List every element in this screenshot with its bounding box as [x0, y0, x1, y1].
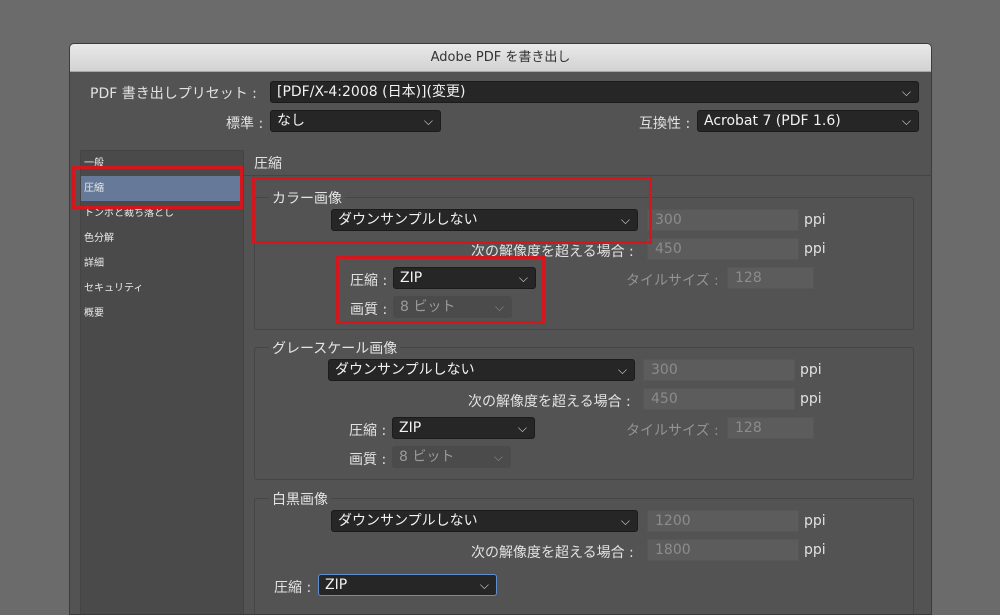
mono-group-title: 白黒画像	[269, 489, 331, 509]
preset-value: [PDF/X-4:2008 (日本)](変更)	[277, 84, 466, 100]
standard-label: 標準 :	[226, 116, 264, 132]
gray-downsample-value: ダウンサンプルしない	[335, 362, 475, 378]
chevron-down-icon: ⌵	[901, 85, 911, 99]
export-pdf-dialog: Adobe PDF を書き出し PDF 書き出しプリセット : [PDF/X-4…	[69, 43, 932, 615]
standard-value: なし	[277, 113, 305, 129]
gray-quality-label: 画質 :	[349, 452, 387, 468]
standard-select[interactable]: なし ⌵	[270, 110, 441, 132]
preset-select[interactable]: [PDF/X-4:2008 (日本)](変更) ⌵	[270, 81, 919, 103]
mono-downsample-select[interactable]: ダウンサンプルしない ⌵	[331, 510, 638, 532]
compat-value: Acrobat 7 (PDF 1.6)	[704, 113, 841, 129]
color-tile-label: タイルサイズ :	[626, 273, 719, 289]
sidebar-item-summary[interactable]: 概要	[81, 301, 243, 326]
gray-ppi-field[interactable]: 300	[643, 359, 795, 381]
chevron-down-icon: ⌵	[423, 114, 433, 128]
color-above-field[interactable]: 450	[647, 238, 799, 260]
gray-compress-select[interactable]: ZIP ⌵	[392, 417, 535, 439]
compat-select[interactable]: Acrobat 7 (PDF 1.6) ⌵	[697, 110, 919, 132]
annotation-box-sidebar	[72, 166, 243, 209]
gray-quality-value: 8 ビット	[399, 449, 455, 465]
gray-tile-label: タイルサイズ :	[626, 423, 719, 439]
mono-compress-label: 圧縮 :	[274, 580, 312, 596]
gray-quality-select[interactable]: 8 ビット ⌵	[392, 446, 511, 468]
mono-above-label: 次の解像度を超える場合 :	[471, 545, 634, 561]
mono-ppi-field[interactable]: 1200	[647, 510, 799, 532]
section-divider	[242, 175, 931, 176]
mono-ppi-unit: ppi	[804, 513, 826, 529]
annotation-box-compression	[336, 256, 545, 324]
gray-compress-label: 圧縮 :	[349, 423, 387, 439]
chevron-down-icon: ⌵	[620, 514, 630, 528]
gray-tile-field[interactable]: 128	[727, 417, 814, 439]
gray-above-label: 次の解像度を超える場合 :	[468, 394, 631, 410]
gray-ppi-unit: ppi	[800, 362, 822, 378]
section-title: 圧縮	[254, 156, 282, 172]
sidebar-item-output[interactable]: 色分解	[81, 226, 243, 251]
preset-label: PDF 書き出しプリセット :	[90, 86, 257, 102]
gray-group-title: グレースケール画像	[269, 338, 401, 358]
mono-compress-select[interactable]: ZIP ⌵	[318, 574, 497, 596]
color-tile-field[interactable]: 128	[727, 267, 814, 289]
gray-downsample-select[interactable]: ダウンサンプルしない ⌵	[328, 359, 635, 381]
chevron-down-icon: ⌵	[617, 363, 627, 377]
chevron-down-icon: ⌵	[517, 421, 527, 435]
gray-above-field[interactable]: 450	[643, 388, 795, 410]
mono-above-field[interactable]: 1800	[647, 539, 799, 561]
dialog-title: Adobe PDF を書き出し	[70, 44, 931, 72]
annotation-box-color-image	[252, 177, 652, 244]
chevron-down-icon: ⌵	[493, 450, 503, 464]
chevron-down-icon: ⌵	[901, 114, 911, 128]
mono-downsample-value: ダウンサンプルしない	[338, 513, 478, 529]
sidebar: 一般 圧縮 トンボと裁ち落とし 色分解 詳細 セキュリティ 概要	[80, 150, 244, 614]
mono-compress-value: ZIP	[325, 577, 348, 593]
color-above-unit: ppi	[804, 241, 826, 257]
compat-label: 互換性 :	[639, 116, 691, 132]
sidebar-item-security[interactable]: セキュリティ	[81, 276, 243, 301]
mono-above-unit: ppi	[804, 542, 826, 558]
color-ppi-unit: ppi	[804, 212, 826, 228]
color-ppi-field[interactable]: 300	[647, 209, 799, 231]
gray-above-unit: ppi	[800, 391, 822, 407]
sidebar-item-advanced[interactable]: 詳細	[81, 251, 243, 276]
chevron-down-icon: ⌵	[479, 578, 489, 592]
gray-compress-value: ZIP	[399, 420, 422, 436]
